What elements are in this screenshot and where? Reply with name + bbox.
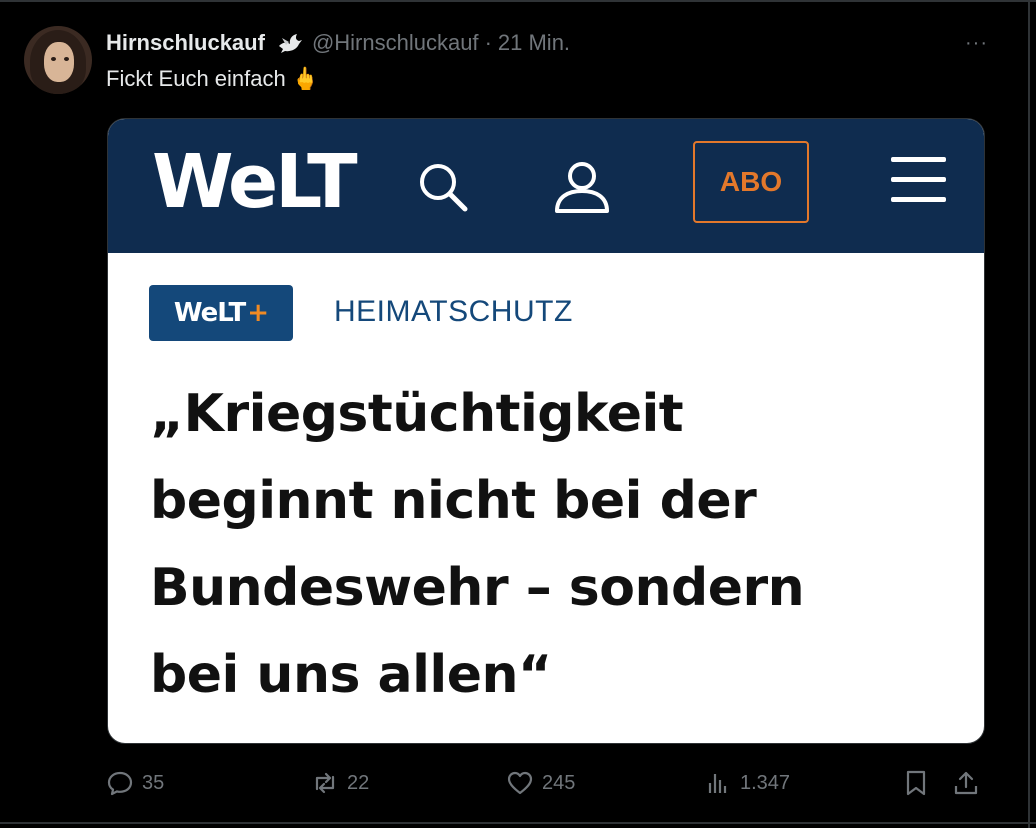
welt-header: WeLT ABO xyxy=(108,119,984,253)
headline-line: bei uns allen“ xyxy=(150,645,552,705)
reply-icon xyxy=(107,771,133,796)
headline-line: beginnt nicht bei der xyxy=(150,471,757,531)
bookmark-button[interactable] xyxy=(902,766,938,800)
share-icon xyxy=(954,771,978,795)
bookmark-icon xyxy=(906,770,926,796)
divider xyxy=(0,822,1036,824)
tweet-text: Fickt Euch einfach 🖕 xyxy=(106,66,320,91)
dove-icon xyxy=(278,34,302,53)
reply-button[interactable]: 35 xyxy=(106,766,164,800)
rubric-label: HEIMATSCHUTZ xyxy=(334,295,573,328)
repost-icon xyxy=(315,772,335,794)
abo-button: ABO xyxy=(693,141,809,223)
tweet-header: Hirnschluckauf @Hirnschluckauf · 21 Min. xyxy=(106,28,570,58)
heart-icon xyxy=(507,771,533,795)
like-button[interactable]: 245 xyxy=(506,766,575,800)
display-name[interactable]: Hirnschluckauf xyxy=(106,30,265,56)
reply-count: 35 xyxy=(142,771,165,794)
divider xyxy=(0,0,1036,2)
separator-dot: · xyxy=(484,30,492,55)
bar-chart-icon xyxy=(708,774,727,793)
search-icon xyxy=(420,164,468,212)
article-headline: „Kriegstüchtigkeit beginnt nicht bei der… xyxy=(150,371,950,719)
divider xyxy=(1028,0,1030,828)
welt-plus-badge: WeLT + xyxy=(149,285,293,341)
more-options-button[interactable]: ··· xyxy=(965,32,988,55)
tweet[interactable]: Hirnschluckauf @Hirnschluckauf · 21 Min.… xyxy=(0,0,1036,828)
avatar[interactable] xyxy=(24,26,92,94)
hamburger-menu-icon xyxy=(891,157,946,203)
headline-line: „Kriegstüchtigkeit xyxy=(150,384,684,444)
welt-logo: WeLT xyxy=(152,139,358,225)
repost-count: 22 xyxy=(347,771,370,794)
timestamp[interactable]: 21 Min. xyxy=(498,30,570,56)
view-count: 1.347 xyxy=(740,771,791,794)
repost-button[interactable]: 22 xyxy=(311,766,369,800)
views-button[interactable]: 1.347 xyxy=(704,766,790,800)
user-icon xyxy=(555,162,609,213)
tweet-actions: 35 22 245 1.347 xyxy=(106,766,986,800)
attached-image[interactable]: WeLT ABO WeLT + HEIMATSCHUTZ „Kriegstücht… xyxy=(107,118,985,744)
headline-line: Bundeswehr – sondern xyxy=(150,558,805,618)
handle[interactable]: @Hirnschluckauf xyxy=(312,30,479,56)
share-button[interactable] xyxy=(952,766,988,800)
like-count: 245 xyxy=(542,771,576,794)
